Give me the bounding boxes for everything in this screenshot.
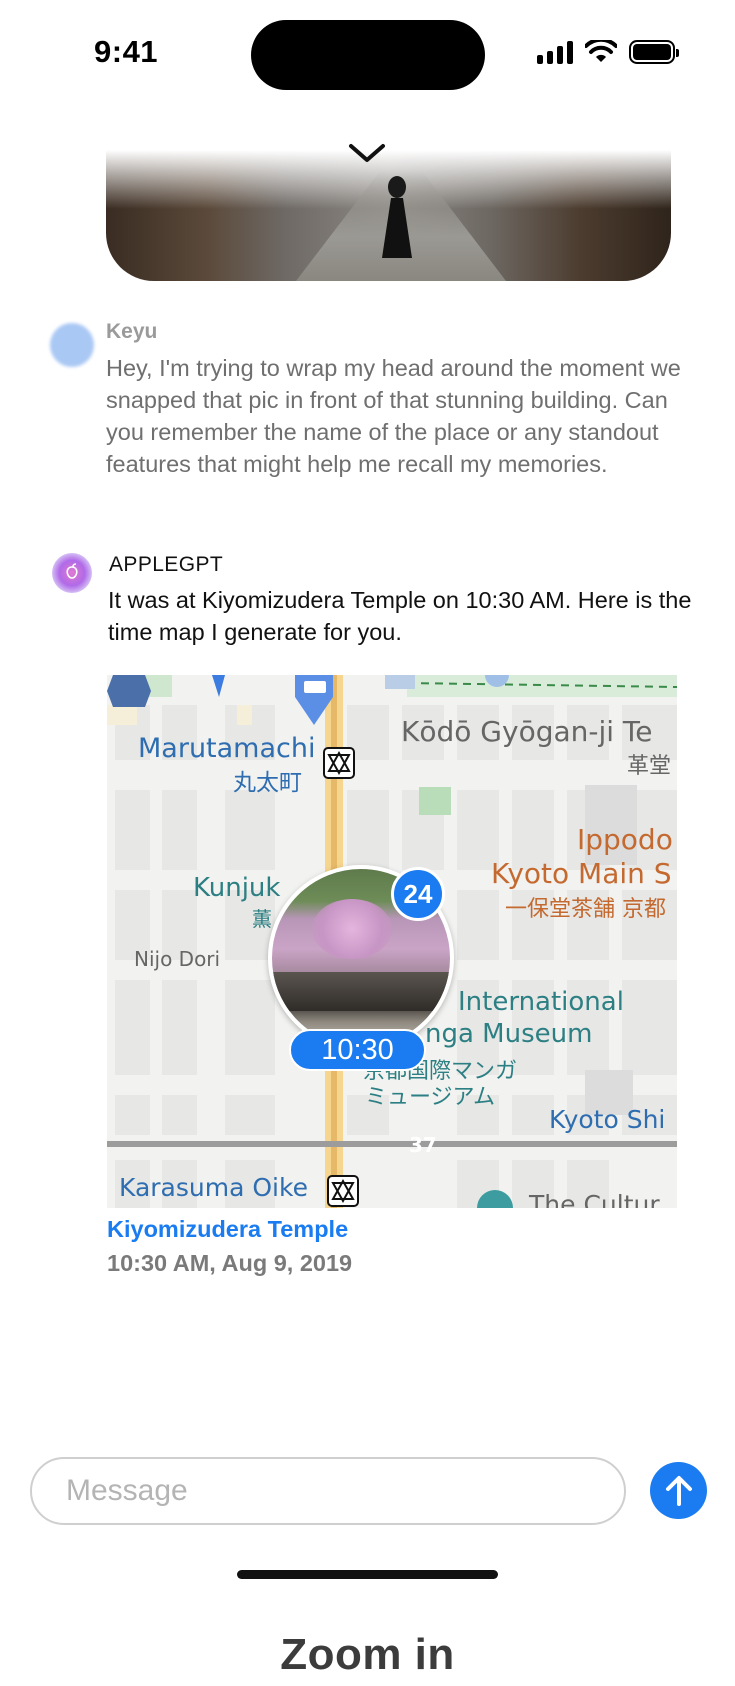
send-button[interactable]: [650, 1462, 707, 1519]
map-label: Ippodo: [577, 823, 673, 856]
map-label: Kōdō Gyōgan-ji Te: [401, 715, 653, 748]
map-label: Nijo Dori: [134, 947, 221, 971]
map-label: Kyoto Shi: [549, 1105, 666, 1134]
chevron-down-icon[interactable]: [345, 138, 389, 168]
sender-name: Keyu: [106, 320, 158, 343]
place-datetime: 10:30 AM, Aug 9, 2019: [107, 1250, 353, 1276]
time-map[interactable]: Marutamachi 丸太町 Kōdō Gyōgan-ji Te 革堂 Ipp…: [107, 675, 677, 1208]
route-number: 37: [409, 1133, 437, 1157]
sender-name: APPLEGPT: [109, 553, 224, 576]
map-label: International: [458, 987, 624, 1017]
map-label: 薫: [252, 907, 272, 931]
place-name-link[interactable]: Kiyomizudera Temple: [107, 1216, 348, 1243]
map-label: Karasuma Oike: [119, 1173, 308, 1202]
map-label: Kunjuk: [193, 873, 281, 903]
map-label: nga Museum: [425, 1019, 593, 1049]
wifi-icon: [585, 40, 617, 62]
map-label: The Cultur: [529, 1190, 660, 1208]
message-text: Hey, I'm trying to wrap my head around t…: [106, 355, 681, 477]
train-station-icon[interactable]: [327, 1175, 359, 1207]
status-icons: [537, 40, 679, 64]
photo-count-badge: 24: [391, 867, 445, 921]
battery-icon: [629, 40, 679, 64]
train-station-icon[interactable]: [323, 747, 355, 779]
avatar-applegpt: [52, 553, 92, 593]
message-text: It was at Kiyomizudera Temple on 10:30 A…: [108, 587, 692, 645]
route-shield: [107, 675, 151, 707]
status-time: 9:41: [94, 34, 159, 69]
home-indicator[interactable]: [237, 1570, 498, 1579]
map-label: 一保堂茶舗 京都: [505, 897, 666, 922]
arrow-up-icon: [665, 1475, 692, 1506]
avatar-keyu: [50, 323, 94, 367]
message-input[interactable]: [32, 1459, 624, 1523]
cellular-signal-icon: [537, 40, 573, 64]
map-label: ミュージアム: [365, 1085, 496, 1110]
dynamic-island: [251, 20, 485, 90]
time-pill[interactable]: 10:30: [289, 1029, 426, 1071]
applegpt-logo-icon: [66, 563, 78, 579]
previous-photo[interactable]: [106, 150, 671, 281]
map-label: 丸太町: [233, 770, 302, 796]
map-label: 革堂: [627, 754, 672, 779]
message-field[interactable]: [30, 1457, 626, 1525]
map-label: Marutamachi: [138, 733, 316, 764]
caption: Zoom in: [280, 1630, 455, 1679]
map-label: Kyoto Main S: [491, 857, 672, 890]
